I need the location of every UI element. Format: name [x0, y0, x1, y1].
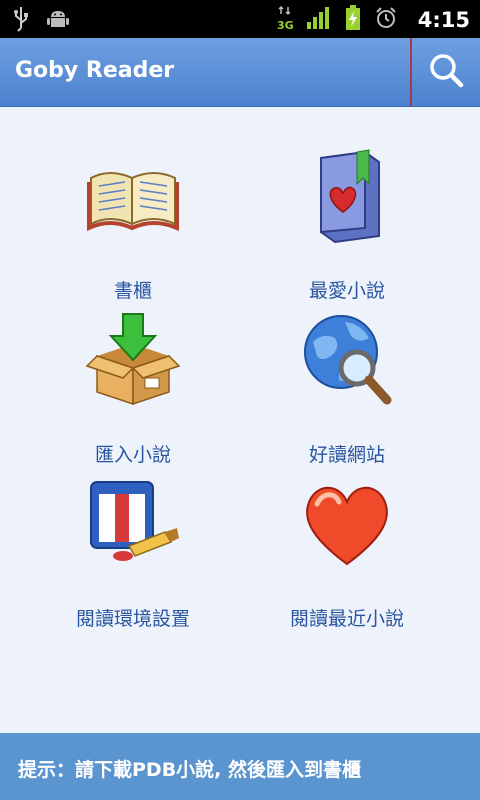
- clock: 4:15: [417, 8, 470, 32]
- app-bar: Goby Reader: [0, 38, 480, 107]
- search-icon: [426, 50, 466, 94]
- import-box-icon: [85, 312, 181, 408]
- alarm-icon: [374, 6, 398, 34]
- menu-item-reading-settings[interactable]: 閱讀環境設置: [23, 476, 243, 630]
- status-bar: 3G 4:15: [0, 0, 480, 38]
- menu-item-import[interactable]: 匯入小說: [23, 312, 243, 466]
- menu-item-label: 匯入小說: [94, 444, 171, 466]
- menu-item-favorites[interactable]: 最愛小說: [237, 148, 457, 302]
- menu-item-good-read-site[interactable]: 好讀網站: [237, 312, 457, 466]
- android-icon: [46, 7, 70, 35]
- menu-item-bookshelf[interactable]: 書櫃: [23, 148, 243, 302]
- hint-text: 提示：請下載PDB小說, 然後匯入到書櫃: [18, 759, 362, 781]
- menu-item-label: 好讀網站: [308, 444, 385, 466]
- paint-settings-icon: [85, 476, 181, 572]
- heart-icon: [299, 476, 395, 572]
- menu-item-recent-novels[interactable]: 閱讀最近小說: [237, 476, 457, 630]
- usb-icon: [12, 6, 30, 36]
- menu-item-label: 書櫃: [113, 280, 152, 302]
- globe-search-icon: [299, 312, 395, 408]
- open-book-icon: [85, 148, 181, 244]
- app-title: Goby Reader: [15, 58, 175, 83]
- 3g-data-icon: 3G: [276, 5, 294, 35]
- menu-item-label: 最愛小說: [308, 280, 385, 302]
- favorite-book-icon: [299, 148, 395, 244]
- hint-bar: 提示：請下載PDB小說, 然後匯入到書櫃: [0, 733, 480, 800]
- menu-item-label: 閱讀環境設置: [75, 608, 190, 630]
- battery-charging-icon: [344, 5, 362, 35]
- svg-text:3G: 3G: [277, 19, 294, 31]
- search-button[interactable]: [412, 38, 480, 106]
- menu-grid: 書櫃 最愛小說 匯入小說 好讀網站 閱讀環境設置 閱讀最近小說: [0, 106, 480, 733]
- signal-bars-icon: [306, 6, 332, 34]
- menu-item-label: 閱讀最近小說: [289, 608, 404, 630]
